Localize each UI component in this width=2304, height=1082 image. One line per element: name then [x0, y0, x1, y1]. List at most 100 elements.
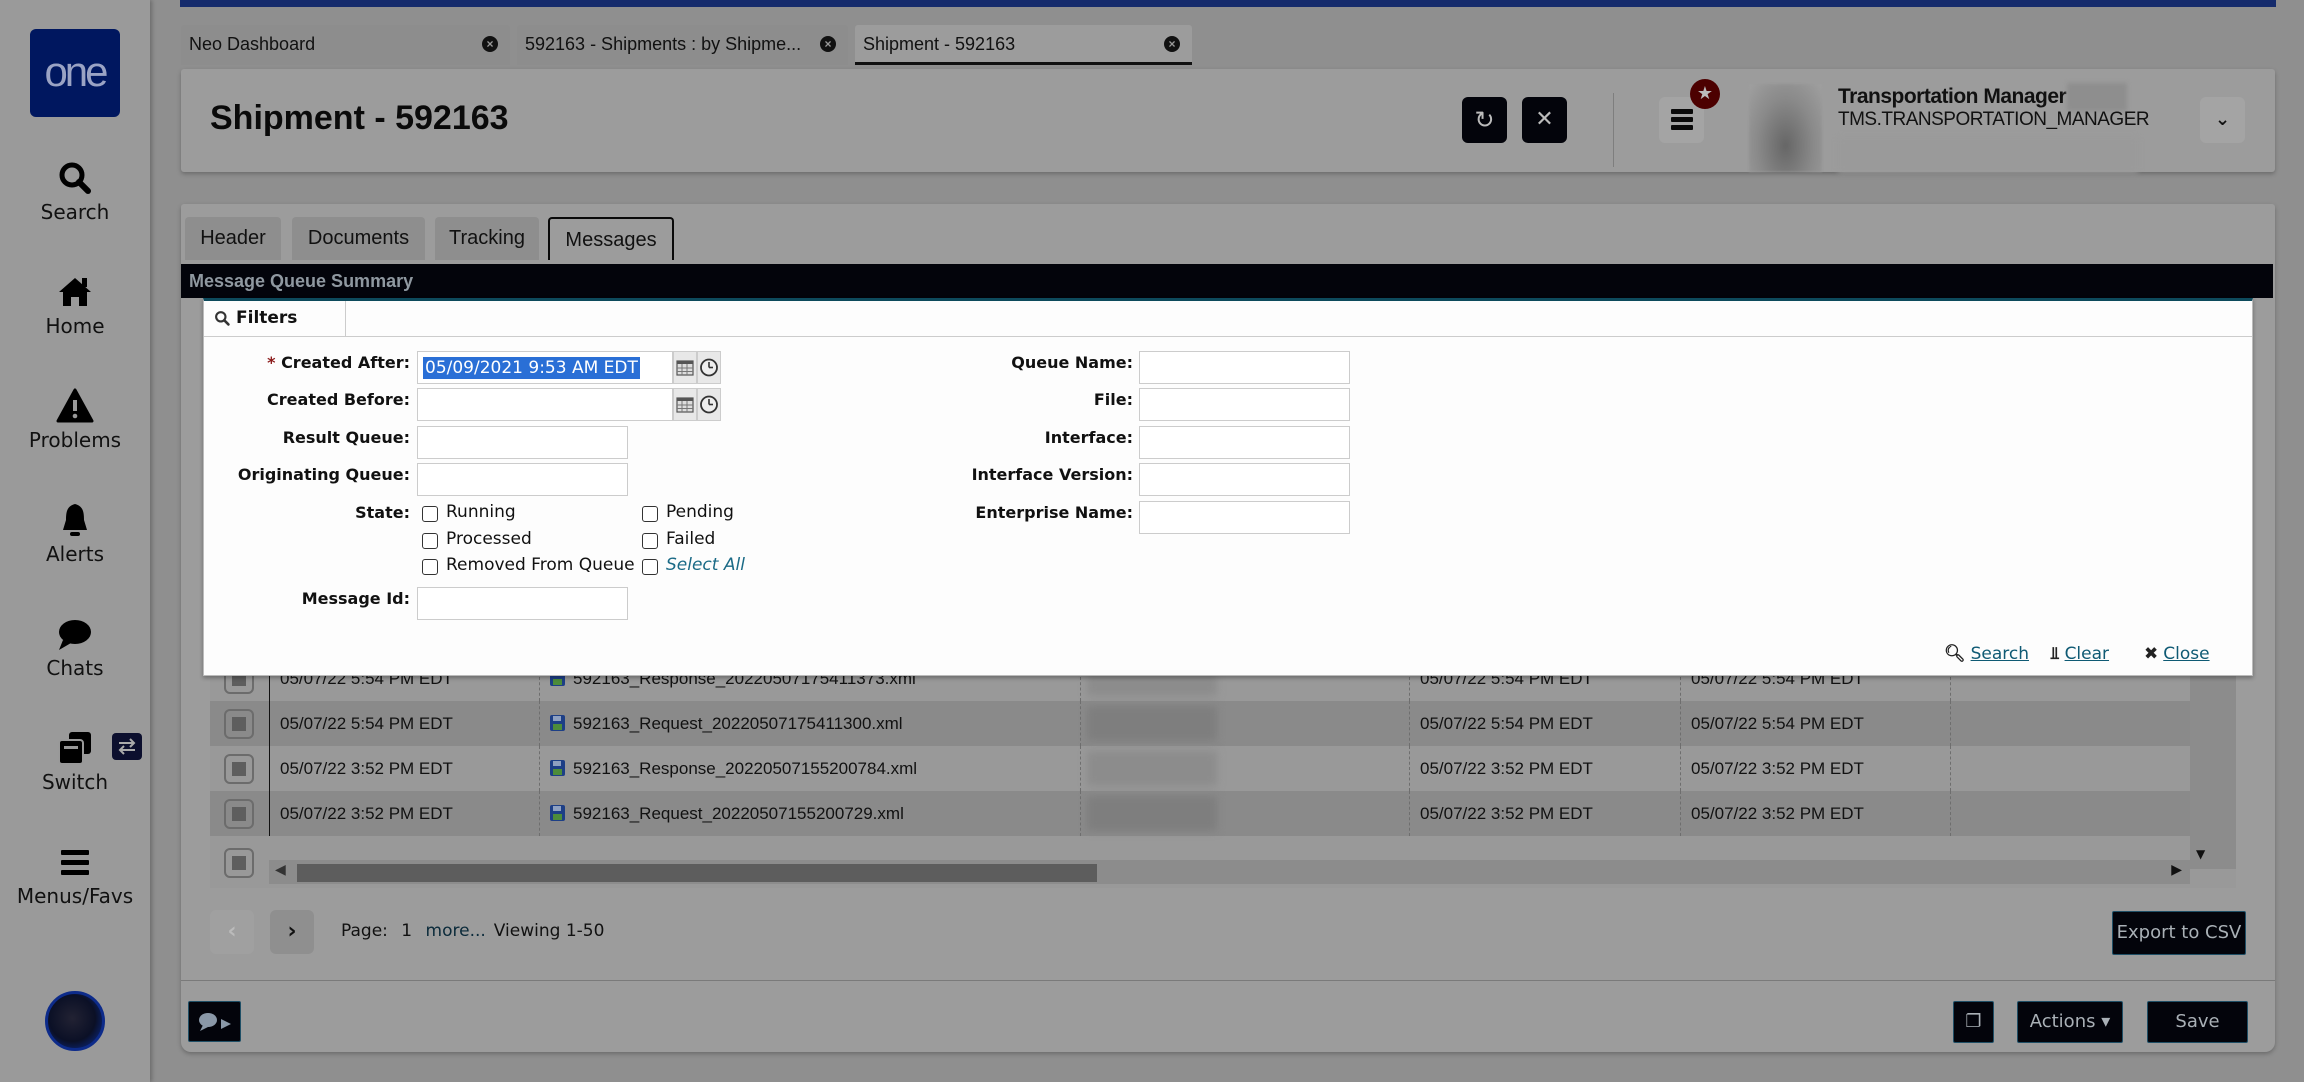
file-cell[interactable]: 592163_Request_20220507155200729.xml: [539, 791, 1080, 836]
file-cell[interactable]: 592163_Response_20220507155200784.xml: [539, 746, 1080, 791]
redacted-cell: [1080, 791, 1409, 836]
sidebar-item-menus-favs[interactable]: Menus/Favs: [0, 842, 150, 932]
user-name: Transportation Manager: [1838, 85, 2067, 108]
header-divider: [1613, 93, 1614, 167]
interface-input[interactable]: [1139, 426, 1350, 459]
table-row[interactable]: 05/07/22 3:52 PM EDT 592163_Request_2022…: [210, 791, 2190, 836]
pending-checkbox[interactable]: [642, 506, 658, 522]
result-queue-input[interactable]: [417, 426, 628, 459]
scroll-right-icon[interactable]: ▶: [2171, 862, 2182, 878]
message-id-label: Message Id:: [301, 589, 410, 608]
scrollbar-thumb[interactable]: [297, 864, 1097, 882]
tab-header[interactable]: Header: [185, 217, 281, 260]
user-menu-chevron-button[interactable]: ⌄: [2200, 97, 2245, 143]
row-checkbox[interactable]: [224, 754, 254, 784]
filter-clear-link[interactable]: ⫫ Clear: [2050, 644, 2109, 664]
date-cell: 05/07/22 5:54 PM EDT: [1409, 701, 1680, 746]
enterprise-name-input[interactable]: [1139, 501, 1350, 534]
originating-queue-input[interactable]: [417, 463, 628, 496]
app-logo[interactable]: one: [30, 29, 120, 117]
menu-icon: [61, 850, 89, 875]
scroll-left-icon[interactable]: ◀: [275, 862, 286, 878]
close-page-button[interactable]: ✕: [1522, 97, 1567, 143]
interface-version-input[interactable]: [1139, 463, 1350, 496]
copy-button[interactable]: ❐: [1953, 1001, 1994, 1043]
chat-icon: [59, 620, 91, 650]
filters-tab[interactable]: Filters: [204, 301, 346, 337]
avatar[interactable]: [1749, 84, 1822, 172]
close-tab-icon[interactable]: ×: [482, 36, 498, 52]
page-title: Shipment - 592163: [210, 99, 509, 137]
close-tab-icon[interactable]: ×: [820, 36, 836, 52]
refresh-button[interactable]: ↻: [1462, 97, 1507, 143]
filters-panel: Filters * Created After: 05/09/2021 9:53…: [203, 298, 2253, 676]
next-page-button[interactable]: ›: [270, 910, 314, 954]
row-checkbox[interactable]: [224, 848, 254, 878]
window-tab-shipment[interactable]: Shipment - 592163 ×: [855, 25, 1192, 65]
message-queue-table: 05/07/22 5:54 PM EDT 592163_Response_202…: [210, 656, 2236, 888]
close-icon: ✕: [1535, 107, 1554, 132]
message-id-input[interactable]: [417, 587, 628, 620]
window-tab-neo-dashboard[interactable]: Neo Dashboard ×: [181, 25, 510, 65]
tab-documents[interactable]: Documents: [292, 217, 425, 260]
export-csv-button[interactable]: Export to CSV: [2112, 911, 2246, 955]
time-button[interactable]: [697, 351, 721, 384]
select-all-label[interactable]: Select All: [666, 555, 745, 575]
previous-page-button[interactable]: ‹: [210, 910, 254, 954]
time-button[interactable]: [697, 388, 721, 421]
close-tab-icon[interactable]: ×: [1164, 36, 1180, 52]
created-before-input[interactable]: [417, 388, 673, 421]
select-all-checkbox[interactable]: [642, 559, 658, 575]
empty-cell: [1950, 701, 2190, 746]
window-tab-shipments[interactable]: 592163 - Shipments : by Shipme... ×: [517, 25, 848, 65]
tab-tracking[interactable]: Tracking: [435, 217, 539, 260]
created-before-label: Created Before:: [267, 390, 410, 409]
vertical-scrollbar[interactable]: [2190, 656, 2236, 869]
table-row[interactable]: 05/07/22 3:52 PM EDT 592163_Response_202…: [210, 746, 2190, 791]
running-checkbox[interactable]: [422, 506, 438, 522]
removed-from-queue-checkbox[interactable]: [422, 559, 438, 575]
scroll-down-icon[interactable]: ▼: [2196, 847, 2205, 861]
switch-context-icon[interactable]: [112, 733, 142, 760]
more-pages-link[interactable]: more...: [426, 921, 486, 941]
sidebar-item-search[interactable]: Search: [0, 158, 150, 248]
chat-toggle-button[interactable]: [188, 1001, 241, 1042]
row-checkbox[interactable]: [224, 709, 254, 739]
calendar-button[interactable]: [673, 351, 697, 384]
close-icon: ✖: [2144, 644, 2159, 664]
star-badge-icon[interactable]: ★: [1690, 79, 1720, 109]
sidebar-item-alerts[interactable]: Alerts: [0, 500, 150, 590]
table-row[interactable]: 05/07/22 5:54 PM EDT 592163_Request_2022…: [210, 701, 2190, 746]
window-tab-label: Shipment - 592163: [863, 34, 1016, 54]
calendar-button[interactable]: [673, 388, 697, 421]
filter-search-link[interactable]: 🔍︎ Search: [1944, 644, 2029, 664]
home-icon: [59, 278, 91, 306]
processed-checkbox[interactable]: [422, 533, 438, 549]
file-input[interactable]: [1139, 388, 1350, 421]
sidebar-item-problems[interactable]: Problems: [0, 386, 150, 476]
filter-close-link[interactable]: ✖ Close: [2144, 644, 2210, 664]
row-checkbox[interactable]: [224, 799, 254, 829]
user-role: TMS.TRANSPORTATION_MANAGER: [1838, 109, 2150, 130]
originating-queue-label: Originating Queue:: [237, 465, 410, 484]
chevron-down-icon: ⌄: [2214, 109, 2231, 130]
sidebar-item-home[interactable]: Home: [0, 272, 150, 362]
result-queue-label: Result Queue:: [282, 428, 410, 447]
actions-dropdown-button[interactable]: Actions ▾: [2017, 1001, 2123, 1043]
sidebar-item-label: Home: [45, 314, 105, 338]
assistant-orb-icon[interactable]: [45, 991, 105, 1051]
removed-from-queue-label: Removed From Queue: [446, 555, 635, 575]
chat-send-icon: [198, 1012, 231, 1031]
queue-name-label: Queue Name:: [1011, 353, 1133, 372]
sidebar-item-chats[interactable]: Chats: [0, 614, 150, 704]
tab-messages[interactable]: Messages: [548, 217, 674, 260]
file-cell[interactable]: 592163_Request_20220507175411300.xml: [539, 701, 1080, 746]
queue-name-input[interactable]: [1139, 351, 1350, 384]
failed-checkbox[interactable]: [642, 533, 658, 549]
empty-cell: [1950, 746, 2190, 791]
page-label: Page:: [341, 921, 388, 941]
warning-icon: [56, 388, 94, 423]
save-button[interactable]: Save: [2147, 1001, 2248, 1043]
created-after-input[interactable]: 05/09/2021 9:53 AM EDT: [417, 351, 673, 384]
horizontal-scrollbar[interactable]: ◀ ▶: [269, 860, 2190, 884]
